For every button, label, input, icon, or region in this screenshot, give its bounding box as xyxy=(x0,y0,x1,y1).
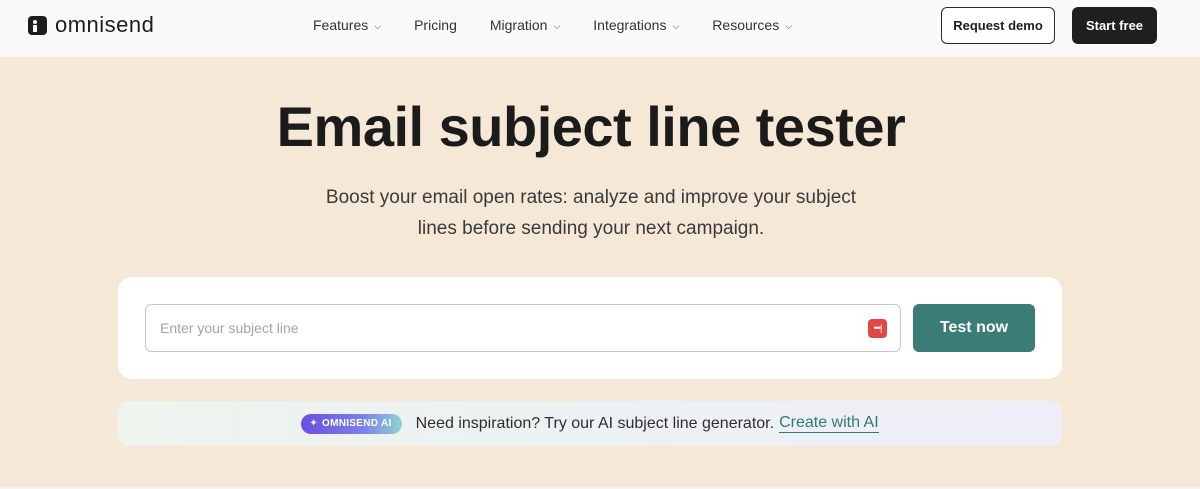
logo-text: omnisend xyxy=(55,12,155,37)
nav-integrations[interactable]: Integrations ⌵ xyxy=(593,17,679,33)
password-manager-icon[interactable]: •••| xyxy=(868,319,887,338)
subject-input-container[interactable]: •••| xyxy=(145,304,901,352)
start-free-button[interactable]: Start free xyxy=(1072,7,1157,44)
ai-inspiration-banner: ✦ OMNISEND AI Need inspiration? Try our … xyxy=(118,401,1062,446)
banner-text: Need inspiration? Try our AI subject lin… xyxy=(415,414,775,432)
nav-features[interactable]: Features ⌵ xyxy=(313,17,381,33)
request-demo-button[interactable]: Request demo xyxy=(941,7,1055,44)
nav-migration[interactable]: Migration ⌵ xyxy=(490,17,560,33)
test-now-button[interactable]: Test now xyxy=(913,304,1035,352)
nav-features-label: Features xyxy=(313,17,369,33)
chevron-down-icon: ⌵ xyxy=(672,20,680,31)
create-with-ai-link[interactable]: Create with AI xyxy=(779,414,879,433)
nav-pricing-label: Pricing xyxy=(414,17,457,33)
nav-migration-label: Migration xyxy=(489,17,548,33)
subject-line-input[interactable] xyxy=(160,305,850,351)
chevron-down-icon: ⌵ xyxy=(553,20,561,31)
subtitle-line-1: Boost your email open rates: analyze and… xyxy=(325,187,857,208)
nav-pricing[interactable]: Pricing xyxy=(414,17,457,33)
chevron-down-icon: ⌵ xyxy=(374,20,382,31)
main-nav: Features ⌵ Pricing Migration ⌵ Integrati… xyxy=(313,17,825,33)
nav-resources[interactable]: Resources ⌵ xyxy=(712,17,792,33)
tester-card: •••| Test now xyxy=(118,277,1062,379)
badge-label: OMNISEND AI xyxy=(322,418,392,429)
nav-resources-label: Resources xyxy=(712,17,780,33)
sparkle-icon: ✦ xyxy=(309,418,319,429)
logo-icon xyxy=(28,15,47,35)
page-subtitle: Boost your email open rates: analyze and… xyxy=(0,182,1182,244)
omnisend-logo[interactable]: omnisend xyxy=(28,12,155,37)
page-title: Email subject line tester xyxy=(276,95,906,158)
subtitle-line-2: lines before sending your next campaign. xyxy=(417,218,765,239)
nav-integrations-label: Integrations xyxy=(593,17,667,33)
top-header: omnisend Features ⌵ Pricing Migration ⌵ … xyxy=(0,0,1200,58)
omnisend-ai-badge: ✦ OMNISEND AI xyxy=(301,413,402,434)
chevron-down-icon: ⌵ xyxy=(785,20,793,31)
